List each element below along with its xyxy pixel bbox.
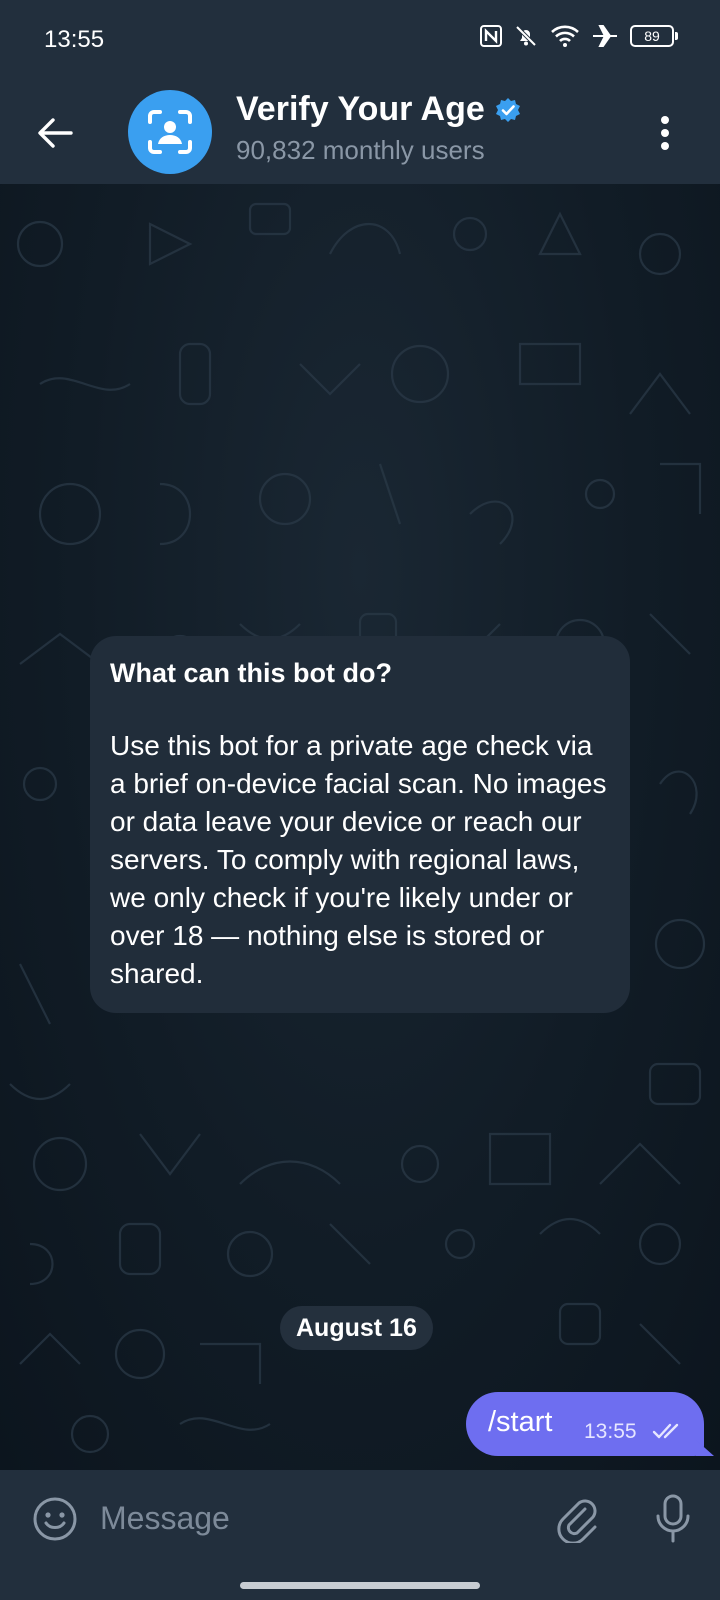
battery-level: 89 [644,28,660,44]
chat-title: Verify Your Age [236,90,485,128]
date-separator: August 16 [280,1306,433,1350]
telegram-chat-screen: 13:55 89 Verify Your Age 90,832 monthly … [0,0,720,1600]
chat-title-block[interactable]: Verify Your Age 90,832 monthly users [236,90,521,166]
back-arrow-icon [38,118,73,148]
nfc-icon [480,25,502,47]
message-input[interactable] [100,1490,520,1546]
message-composer [0,1470,720,1600]
chat-area[interactable]: What can this bot do? Use this bot for a… [0,184,720,1470]
message-text: /start [488,1406,553,1438]
bell-muted-icon [514,24,538,48]
attach-button[interactable] [552,1494,602,1544]
bot-info-title: What can this bot do? [110,658,392,688]
face-scan-icon [148,110,192,154]
outgoing-message[interactable]: /start 13:55 [466,1392,704,1456]
more-menu-button[interactable] [650,108,680,158]
home-indicator[interactable] [240,1582,480,1589]
status-icons: 89 [480,24,678,48]
more-vertical-icon [661,116,669,150]
emoji-icon [33,1497,77,1541]
microphone-button[interactable] [648,1494,698,1544]
emoji-button[interactable] [30,1494,80,1544]
back-button[interactable] [30,108,80,158]
bot-info-card: What can this bot do? Use this bot for a… [90,636,630,1013]
chat-header: Verify Your Age 90,832 monthly users [0,82,720,184]
paperclip-icon [557,1499,597,1543]
message-time: 13:55 [584,1420,637,1443]
wifi-icon [550,24,580,48]
status-time: 13:55 [44,26,105,53]
chat-subtitle: 90,832 monthly users [236,135,485,165]
bot-avatar[interactable] [128,90,212,174]
read-ticks-icon [652,1423,679,1439]
status-bar: 13:55 89 [0,0,720,82]
bot-info-description: Use this bot for a private age check via… [110,730,607,989]
battery-icon: 89 [630,25,678,47]
verified-badge-icon [495,97,520,122]
microphone-icon [656,1494,690,1543]
airplane-icon [592,24,618,48]
